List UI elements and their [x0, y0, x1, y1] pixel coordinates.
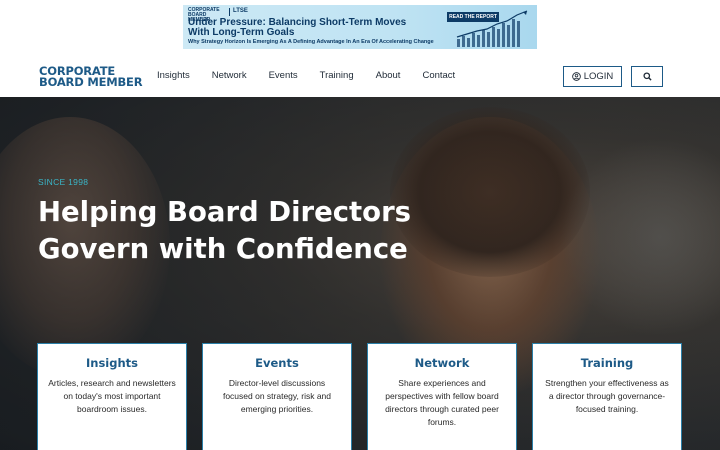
hero-title: Helping Board Directors Govern with Conf… — [38, 194, 498, 268]
card-title: Events — [255, 356, 299, 370]
card-text: Strengthen your effectiveness as a direc… — [545, 378, 669, 414]
ad-logo-divider — [229, 8, 230, 16]
ad-headline: Under Pressure: Balancing Short-Term Mov… — [188, 17, 407, 38]
ad-logo-ltse: LTSE — [233, 8, 248, 14]
card-network[interactable]: Network Share experiences and perspectiv… — [367, 343, 517, 450]
search-icon — [642, 72, 652, 81]
card-training[interactable]: Training Strengthen your effectiveness a… — [532, 343, 682, 450]
card-events[interactable]: Events Director-level discussions focuse… — [202, 343, 352, 450]
hero-section: SINCE 1998 Helping Board Directors Gover… — [0, 97, 720, 450]
nav-insights[interactable]: Insights — [157, 70, 190, 81]
login-button[interactable]: LOGIN — [563, 66, 622, 87]
ad-chart-graphic — [456, 10, 528, 47]
card-text: Share experiences and perspectives with … — [385, 378, 499, 427]
search-button[interactable] — [631, 66, 663, 87]
nav-training[interactable]: Training — [320, 70, 354, 81]
card-insights[interactable]: Insights Articles, research and newslett… — [37, 343, 187, 450]
nav-contact[interactable]: Contact — [422, 70, 455, 81]
nav-network[interactable]: Network — [212, 70, 247, 81]
site-logo[interactable]: CORPORATE BOARD MEMBER — [39, 65, 143, 89]
hero-title-line-2: Govern with Confidence — [38, 233, 408, 265]
hero-eyebrow: SINCE 1998 — [38, 177, 89, 187]
logo-line-2: BOARD MEMBER — [39, 75, 143, 89]
nav-events[interactable]: Events — [269, 70, 298, 81]
card-title: Insights — [85, 356, 138, 370]
card-title: Training — [580, 356, 634, 370]
card-text: Director-level discussions focused on st… — [222, 378, 332, 414]
user-circle-icon — [571, 72, 581, 81]
hero-title-line-1: Helping Board Directors — [38, 196, 412, 228]
site-header: CORPORATE BOARD MEMBER Insights Network … — [0, 56, 720, 97]
card-title: Network — [414, 356, 470, 370]
nav-about[interactable]: About — [376, 70, 401, 81]
ad-banner-area: CORPORATE BOARD MEMBER LTSE Under Pressu… — [0, 0, 720, 56]
ad-banner[interactable]: CORPORATE BOARD MEMBER LTSE Under Pressu… — [183, 5, 537, 49]
main-nav: Insights Network Events Training About C… — [157, 70, 477, 81]
ad-subline: Why Strategy Horizon Is Emerging As A De… — [188, 39, 434, 45]
login-label: LOGIN — [583, 71, 614, 82]
card-text: Articles, research and newsletters on to… — [48, 378, 176, 414]
